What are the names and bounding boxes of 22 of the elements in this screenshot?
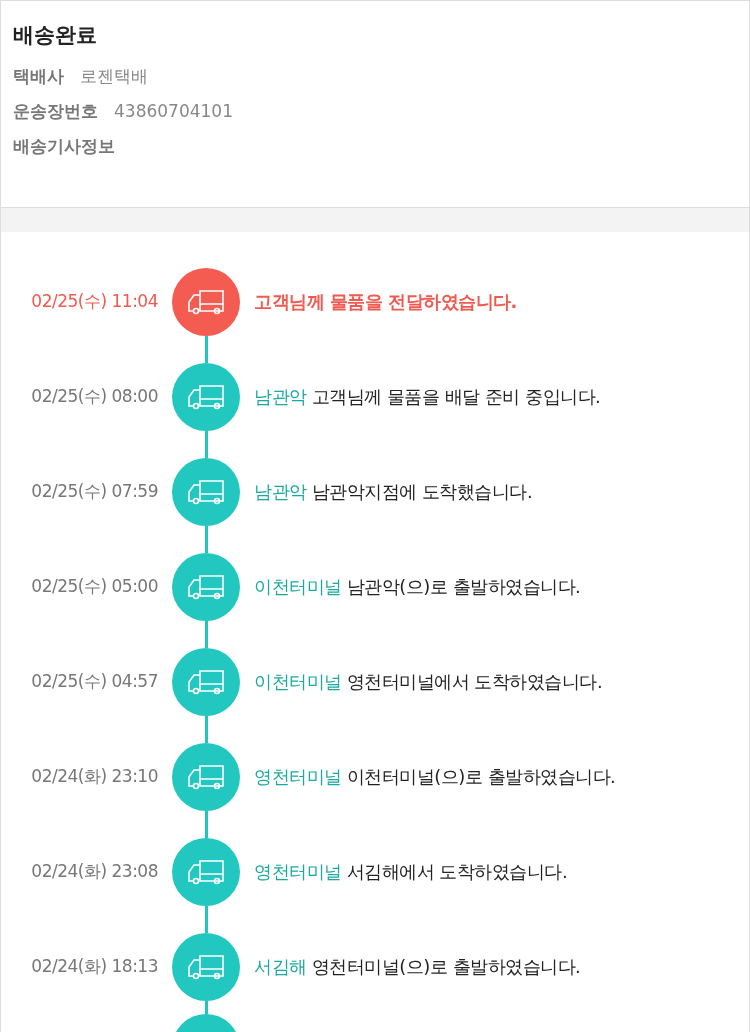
field-label: 택배사 [13,65,64,88]
event-time: 02/25(수) 07:59 [30,480,158,503]
event-message: 영천터미널 이천터미널(으)로 출발하였습니다. [254,764,617,789]
event-time: 02/24(화) 23:08 [30,860,158,883]
event-time: 02/25(수) 08:00 [30,385,158,408]
event-time: 02/25(수) 04:57 [30,670,158,693]
event-message: 남관악 고객님께 물품을 배달 준비 중입니다. [254,384,602,409]
event-message: 남관악 남관악지점에 도착했습니다. [254,479,534,504]
event-message: 서김해 영천터미널(으)로 출발하였습니다. [254,954,582,979]
event-message: 고객님께 물품을 전달하였습니다. [254,289,518,314]
event-message: 영천터미널 서김해에서 도착하였습니다. [254,859,569,884]
event-message: 이천터미널 남관악(으)로 출발하였습니다. [254,574,582,599]
field-value: 43860704101 [114,101,233,121]
field-label: 배송기사정보 [13,135,115,158]
event-time: 02/25(수) 05:00 [30,575,158,598]
event-message: 이천터미널 영천터미널에서 도착하였습니다. [254,669,604,694]
field-label: 운송장번호 [13,100,98,123]
event-time: 02/24(화) 23:10 [30,765,158,788]
delivery-status: 배송완료 [13,22,98,49]
field-value: 로젠택배 [80,65,148,88]
event-time: 02/24(화) 18:13 [30,955,158,978]
event-time: 02/25(수) 11:04 [30,290,158,313]
